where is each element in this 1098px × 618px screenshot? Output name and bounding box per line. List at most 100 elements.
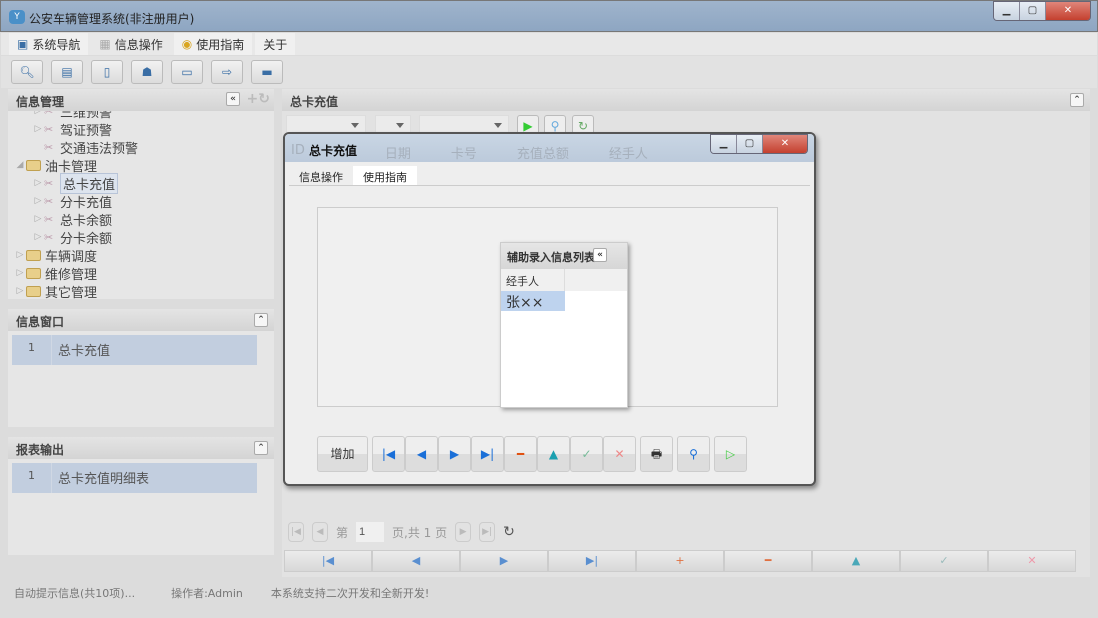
first-record-button[interactable]: |◀ (284, 550, 372, 572)
collapse-icon[interactable]: « (226, 92, 240, 106)
next-record-button[interactable]: ▶ (460, 550, 548, 572)
dialog-title: 总卡充值 (309, 144, 358, 158)
menu-system-nav[interactable]: ▣ 系统导航 (9, 33, 89, 55)
tree-item[interactable]: ▷ ✂ 三维预警 (8, 111, 274, 121)
tool-icon: ✂ (44, 176, 54, 190)
cancel-button[interactable]: ✕ (988, 550, 1076, 572)
list-item[interactable]: 1 总卡充值 (12, 335, 257, 365)
next-button[interactable]: ▶ (438, 436, 471, 472)
prev-record-button[interactable]: ◀ (372, 550, 460, 572)
prev-page-button[interactable]: ◀ (312, 522, 328, 542)
cancel-button[interactable]: ✕ (603, 436, 636, 472)
info-window-list: 1 总卡充值 (8, 331, 274, 427)
tree-item[interactable]: ✂ 交通违法预警 (8, 138, 274, 157)
first-page-button[interactable]: |◀ (288, 522, 304, 542)
tree-item[interactable]: ▷ ✂ 总卡余额 (8, 210, 274, 229)
dialog-toolbar: 增加 |◀ ◀ ▶ ▶| ━ ▲ ✓ ✕ 🖶︎ ⚲ ▷ (317, 436, 747, 472)
next-page-button[interactable]: ▶ (455, 522, 472, 542)
minimize-button[interactable]: ▁ (994, 2, 1020, 20)
menu-bar: ▣ 系统导航 ▦ 信息操作 ◉ 使用指南 关于 (1, 33, 1097, 55)
menu-about[interactable]: 关于 (255, 33, 296, 55)
tree-item-selected[interactable]: ▷ ✂ 总卡充值 (8, 172, 274, 194)
tree-folder[interactable]: ▷ 其它管理 (8, 282, 274, 299)
collapse-up-icon[interactable]: ⌃ (254, 441, 268, 455)
chevron-down-icon (351, 123, 359, 128)
menu-info-ops[interactable]: ▦ 信息操作 (91, 33, 171, 55)
maximize-button[interactable]: ▢ (737, 135, 763, 153)
collapse-up-icon[interactable]: ⌃ (254, 313, 268, 327)
last-page-button[interactable]: ▶| (479, 522, 496, 542)
chevron-down-icon (494, 123, 502, 128)
add-refresh-icon[interactable]: +↻ (247, 91, 270, 107)
user-config-icon[interactable]: ☗ (131, 60, 163, 84)
collapse-up-icon[interactable]: ⌃ (1070, 93, 1084, 107)
tree-folder[interactable]: ▷ 车辆调度 (8, 246, 274, 265)
first-button[interactable]: |◀ (372, 436, 405, 472)
reload-icon[interactable]: ↻ (503, 524, 515, 540)
tree-item[interactable]: ▷ ✂ 驾证预警 (8, 120, 274, 139)
page-input[interactable] (356, 522, 385, 542)
report-list: 1 总卡充值明细表 (8, 459, 274, 555)
edit-record-button[interactable]: ▲ (812, 550, 900, 572)
last-button[interactable]: ▶| (471, 436, 504, 472)
window-icon[interactable]: ▬ (251, 60, 283, 84)
add-button[interactable]: 增加 (317, 436, 368, 472)
maximize-button[interactable]: ▢ (1020, 2, 1046, 20)
tree-folder[interactable]: ◢ 油卡管理 (8, 156, 274, 175)
prev-button[interactable]: ◀ (405, 436, 438, 472)
pager: |◀ ◀ 第 页,共 1 页 ▶ ▶| ↻ (282, 518, 1090, 546)
delete-record-button[interactable]: ━ (724, 550, 812, 572)
tool-icon: ✂ (44, 122, 54, 136)
collapse-icon[interactable]: « (593, 248, 607, 262)
close-button[interactable]: ✕ (763, 135, 807, 153)
chevron-down-icon (396, 123, 404, 128)
minimize-button[interactable]: ▁ (711, 135, 737, 153)
tool-icon: ✂ (44, 194, 54, 208)
dialog-window-controls: ▁ ▢ ✕ (710, 134, 808, 154)
monitor-icon: ▣ (17, 37, 29, 51)
tree-folder[interactable]: ▷ 维修管理 (8, 264, 274, 283)
tool-icon: ✂ (44, 212, 54, 226)
print-icon[interactable]: 🖶︎ (640, 436, 673, 472)
main-panel-header: 总卡充值 ⌃ (282, 89, 1090, 111)
search-icon[interactable]: 🔍︎ (11, 60, 43, 84)
record-nav-bar: |◀ ◀ ▶ ▶| + ━ ▲ ✓ ✕ (284, 550, 1076, 572)
delete-button[interactable]: ━ (504, 436, 537, 472)
close-button[interactable]: ✕ (1046, 2, 1090, 20)
popup-row[interactable]: 张×× (501, 291, 565, 311)
list-item[interactable]: 1 总卡充值明细表 (12, 463, 257, 493)
menu-guide[interactable]: ◉ 使用指南 (173, 33, 253, 55)
folder-icon (26, 267, 41, 279)
confirm-button[interactable]: ✓ (570, 436, 603, 472)
monitor-icon[interactable]: ▭ (171, 60, 203, 84)
run-icon[interactable]: ▷ (714, 436, 747, 472)
tree-item[interactable]: ▷ ✂ 分卡充值 (8, 192, 274, 211)
dialog-tabs: 信息操作 使用指南 (289, 166, 810, 186)
column-header[interactable]: 经手人 (501, 269, 565, 291)
dialog-title-bar: ID 日期 卡号 充值总额 经手人 总卡充值 ▁ ▢ ✕ (285, 134, 814, 162)
report-output-header: 报表输出 ⌃ (8, 437, 274, 459)
edit-button[interactable]: ▲ (537, 436, 570, 472)
print-preview-icon[interactable]: ⚲ (677, 436, 710, 472)
document-icon[interactable]: ▯ (91, 60, 123, 84)
add-record-button[interactable]: + (636, 550, 724, 572)
folder-icon (26, 249, 41, 261)
status-bar: 自动提示信息(共10项)... 操作者:Admin 本系统支持二次开发和全新开发… (14, 587, 430, 600)
help-icon: ◉ (181, 37, 193, 51)
window-controls: ▁ ▢ ✕ (993, 1, 1091, 21)
tool-icon: ✂ (44, 140, 54, 154)
folder-icon (26, 159, 41, 171)
last-record-button[interactable]: ▶| (548, 550, 636, 572)
export-icon[interactable]: ⇨ (211, 60, 243, 84)
window-title: 公安车辆管理系统(非注册用户) (29, 12, 195, 26)
tool-icon: ✂ (44, 230, 54, 244)
left-panel: 信息管理 « +↻ ▷ ✂ 三维预警 ▷ ✂ 驾证预警 ✂ 交通违法预警 ◢ 油卡管理 ▷ ✂… (8, 89, 274, 577)
tree-item[interactable]: ▷ ✂ 分卡余额 (8, 228, 274, 247)
list-icon[interactable]: ▤ (51, 60, 83, 84)
toolbar: 🔍︎ ▤ ▯ ☗ ▭ ⇨ ▬ (1, 56, 1097, 88)
confirm-button[interactable]: ✓ (900, 550, 988, 572)
grid-icon: ▦ (99, 37, 111, 51)
tool-icon: ✂ (44, 111, 54, 118)
tab-info-ops[interactable]: 信息操作 (289, 166, 353, 185)
tab-guide[interactable]: 使用指南 (353, 166, 417, 185)
